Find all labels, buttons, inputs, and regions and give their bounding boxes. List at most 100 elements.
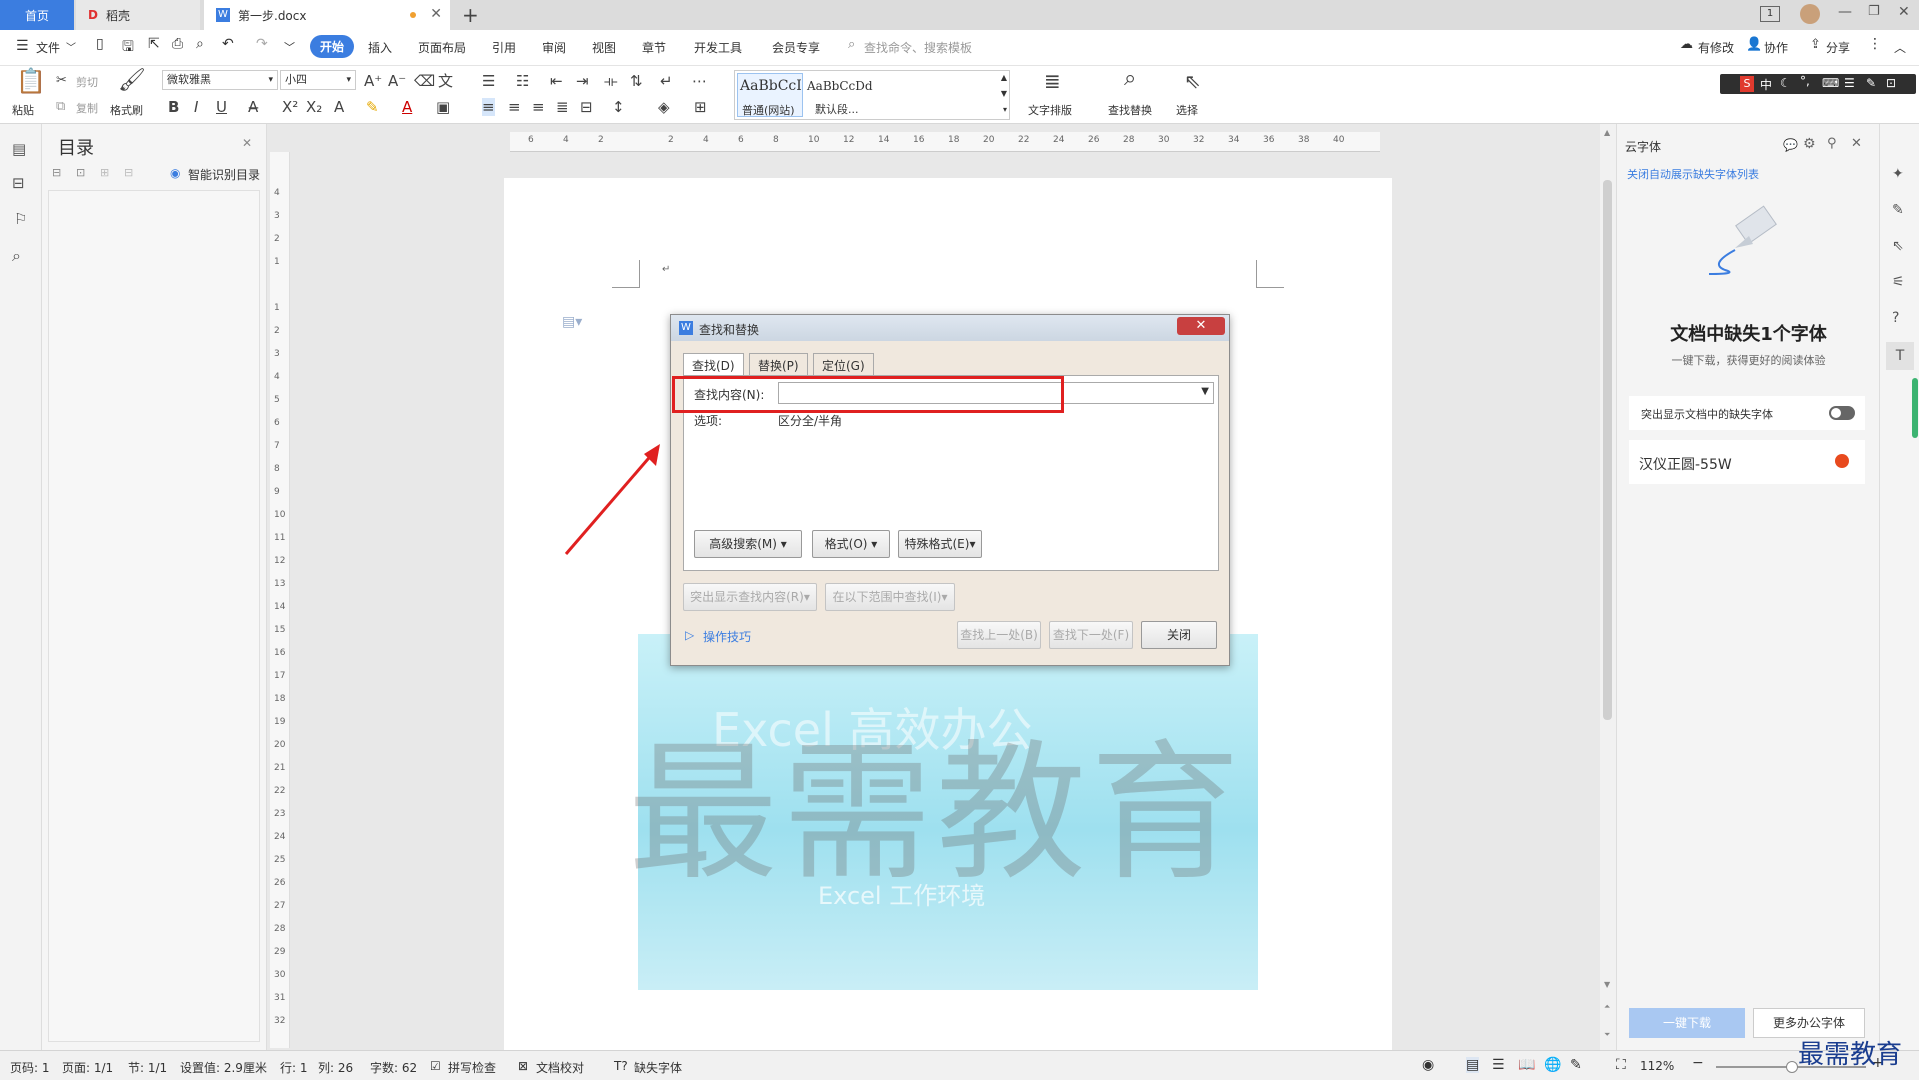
tab-find[interactable]: 查找(D)	[683, 353, 744, 375]
tab-home[interactable]: 首页	[0, 0, 74, 30]
highlight-icon[interactable]: ✎	[366, 98, 379, 116]
dialog-titlebar[interactable]: W 查找和替换 ✕	[671, 315, 1229, 341]
zoom-slider-thumb[interactable]	[1786, 1061, 1798, 1073]
save-icon[interactable]: 🖫	[122, 36, 134, 60]
redo-icon[interactable]: ↷	[256, 36, 268, 52]
tips-link[interactable]: 操作技巧	[703, 628, 751, 645]
write-view-icon[interactable]: ✎	[1570, 1057, 1582, 1073]
advanced-search-button[interactable]: 高级搜索(M) ▾	[694, 530, 802, 558]
select-label[interactable]: 选择	[1176, 102, 1198, 118]
minimize-icon[interactable]: —	[1838, 4, 1852, 20]
line-break-icon[interactable]: ↵	[660, 72, 673, 90]
sogou-logo-icon[interactable]: S	[1740, 76, 1754, 92]
status-pages[interactable]: 页面: 1/1	[62, 1059, 113, 1076]
cut-label[interactable]: 剪切	[76, 74, 98, 90]
page-count-icon[interactable]: 1	[1760, 6, 1780, 22]
bold-icon[interactable]: B	[168, 98, 179, 116]
find-in-range-button[interactable]: 在以下范围中查找(I)▾	[825, 583, 955, 611]
chevron-down-icon[interactable]: ▼	[1201, 386, 1209, 397]
tab-replace[interactable]: 替换(P)	[749, 353, 808, 375]
decrease-indent-icon[interactable]: ⇤	[550, 72, 563, 90]
select-icon[interactable]: ⇖	[1184, 71, 1201, 91]
scroll-down-icon[interactable]: ▼	[1604, 980, 1610, 989]
horizontal-ruler[interactable]: 6 4 2 2 4 6 8 10 12 14 16 18 20 22 24 26 28 30 32 34 36 38 40	[510, 132, 1380, 152]
ime-mode[interactable]: 中	[1760, 76, 1772, 93]
ime-punct-icon[interactable]: °,	[1800, 74, 1810, 88]
edit-icon[interactable]: ✎	[1892, 202, 1904, 218]
scroll-thumb[interactable]	[1603, 180, 1612, 720]
missing-font-item[interactable]: 汉仪正圆-55W	[1629, 440, 1865, 484]
subscript-icon[interactable]: X₂	[306, 98, 322, 116]
tab-goto[interactable]: 定位(G)	[813, 353, 874, 375]
doc-outline-icon[interactable]: ▤▾	[562, 314, 582, 330]
gear-icon[interactable]: ⚙	[1803, 136, 1816, 152]
highlight-found-button[interactable]: 突出显示查找内容(R)▾	[683, 583, 817, 611]
paste-icon[interactable]: 📋	[16, 69, 46, 93]
cursor-icon[interactable]: ⇖	[1892, 238, 1904, 254]
menu-start[interactable]: 开始	[310, 35, 355, 58]
font-panel-icon[interactable]: T	[1886, 342, 1914, 370]
share-button[interactable]: 分享	[1826, 39, 1850, 56]
bullet-list-icon[interactable]: ☰	[482, 72, 495, 90]
underline-icon[interactable]: U	[216, 98, 227, 116]
page-view-icon[interactable]: ▤	[1466, 1057, 1480, 1073]
find-next-button[interactable]: 查找下一处(F)	[1049, 621, 1133, 649]
ime-skin-icon[interactable]: ⊡	[1886, 76, 1896, 90]
ime-moon-icon[interactable]: ☾	[1780, 76, 1791, 90]
tab-daoke[interactable]: D 稻壳	[76, 0, 200, 30]
avatar[interactable]	[1800, 4, 1820, 24]
font-color-icon[interactable]: A	[402, 98, 412, 116]
collapse-all-icon[interactable]: ⊟	[52, 166, 61, 179]
copy-label[interactable]: 复制	[76, 100, 98, 116]
chat-icon[interactable]: 💬	[1783, 138, 1798, 152]
panel-scroll-indicator[interactable]	[1912, 378, 1918, 438]
collab-button[interactable]: 协作	[1764, 39, 1788, 56]
missing-font-button[interactable]: 缺失字体	[634, 1059, 682, 1076]
close-window-icon[interactable]: ✕	[1898, 4, 1910, 20]
show-marks-icon[interactable]: ⋯	[692, 72, 707, 90]
status-setting[interactable]: 设置值: 2.9厘米	[180, 1059, 267, 1076]
line-spacing-icon[interactable]: ↕	[612, 98, 625, 116]
command-search-input[interactable]: 查找命令、搜索模板	[864, 39, 972, 56]
export-icon[interactable]: ⇱	[148, 36, 160, 52]
find-replace-icon[interactable]: ⌕	[1124, 68, 1136, 90]
menu-developer[interactable]: 开发工具	[694, 39, 742, 56]
dialog-close-button[interactable]: ✕	[1177, 317, 1225, 335]
ime-tools-icon[interactable]: ✎	[1866, 76, 1876, 90]
italic-icon[interactable]: I	[194, 98, 198, 116]
chapter-icon[interactable]: ⊟	[12, 174, 25, 192]
close-auto-show-link[interactable]: 关闭自动展示缺失字体列表	[1627, 166, 1759, 182]
help-icon[interactable]: ?	[1892, 310, 1899, 326]
spellcheck-button[interactable]: 拼写检查	[448, 1059, 496, 1076]
read-view-icon[interactable]: 📖	[1518, 1057, 1535, 1073]
status-page[interactable]: 页码: 1	[10, 1059, 50, 1076]
status-row[interactable]: 行: 1	[280, 1059, 308, 1076]
close-pane-icon[interactable]: ✕	[242, 136, 252, 150]
outline-icon[interactable]: ▤	[12, 140, 26, 158]
style-normal-web[interactable]: AaBbCcI 普通(网站)	[737, 73, 803, 117]
style-more-icon[interactable]: ▾	[1003, 105, 1007, 114]
distribute-icon[interactable]: ⊟	[580, 98, 593, 116]
cut-icon[interactable]: ✂	[56, 72, 67, 90]
remove-entry-icon[interactable]: ⊟	[124, 166, 133, 179]
format-painter-label[interactable]: 格式刷	[110, 102, 143, 118]
fit-page-icon[interactable]: ⛶	[1616, 1057, 1626, 1073]
web-view-icon[interactable]: 🌐	[1544, 1057, 1561, 1073]
phonetic-icon[interactable]: 文	[438, 72, 453, 90]
menu-review[interactable]: 审阅	[542, 39, 566, 56]
tab-document[interactable]: W 第一步.docx ✕	[204, 0, 450, 30]
copy-icon[interactable]: ⧉	[56, 98, 65, 116]
modified-button[interactable]: 有修改	[1698, 39, 1734, 56]
align-right-icon[interactable]: ≡	[532, 98, 545, 116]
justify-icon[interactable]: ≣	[556, 98, 569, 116]
strikethrough-icon[interactable]: A̶	[248, 98, 258, 116]
menu-section[interactable]: 章节	[642, 39, 666, 56]
proofread-button[interactable]: 文档校对	[536, 1059, 584, 1076]
smart-toc-button[interactable]: 智能识别目录	[188, 166, 260, 183]
download-all-button[interactable]: 一键下载	[1629, 1008, 1745, 1038]
menu-references[interactable]: 引用	[492, 39, 516, 56]
format-painter-icon[interactable]: 🖌	[118, 70, 146, 92]
adjust-icon[interactable]: ⚟	[1892, 274, 1905, 290]
menu-insert[interactable]: 插入	[368, 39, 392, 56]
shrink-font-icon[interactable]: A⁻	[388, 72, 406, 90]
